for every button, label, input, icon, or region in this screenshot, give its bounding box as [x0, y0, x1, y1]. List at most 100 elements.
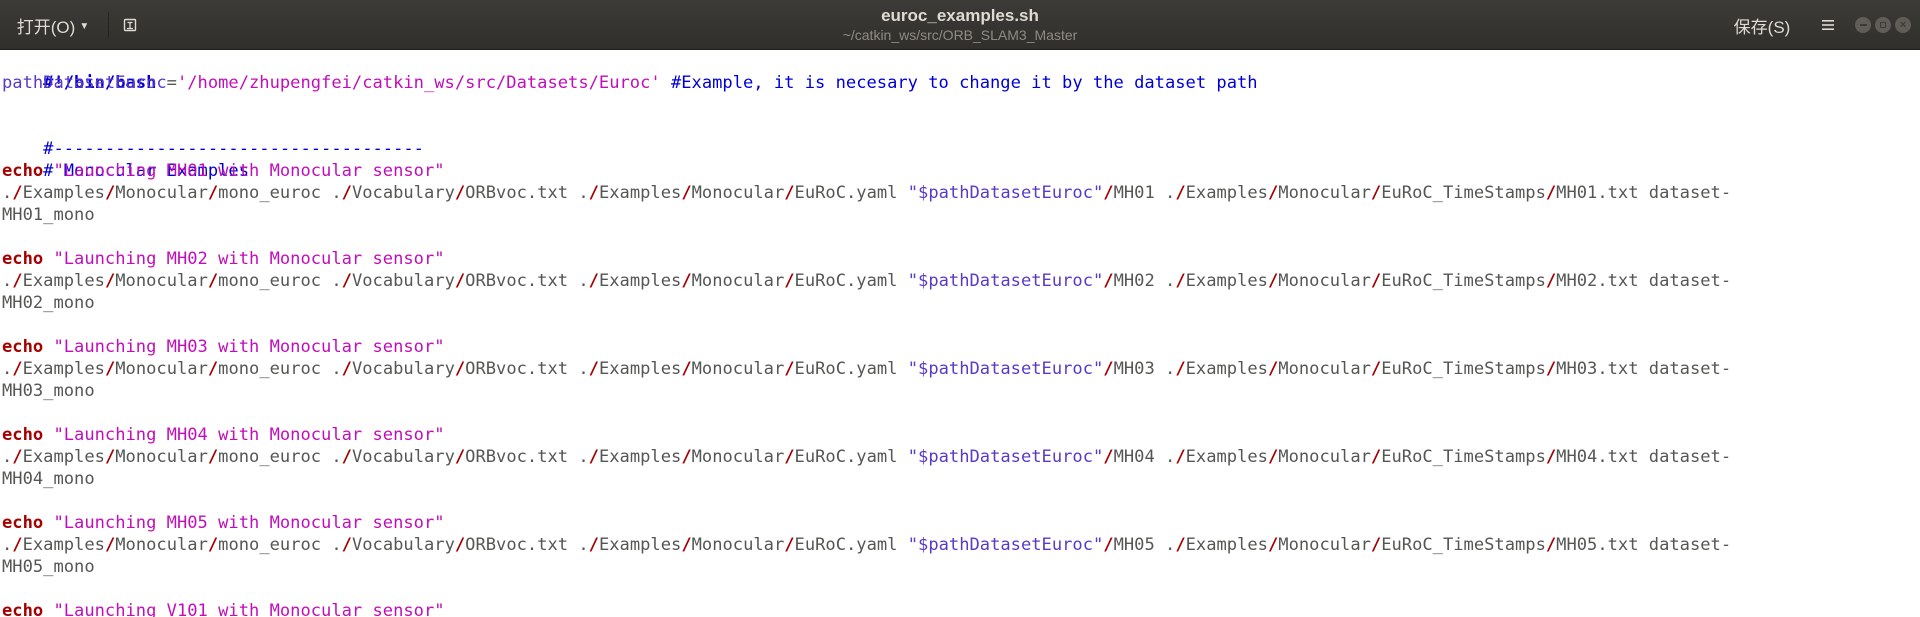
path-separator: / [207, 447, 219, 467]
echo-keyword: echo [2, 337, 44, 357]
path-separator: / [784, 359, 795, 379]
code-line-echo: echo "Launching MH01 with Monocular sens… [2, 160, 445, 182]
path-separator: / [341, 535, 352, 555]
code-line-command-wrap: MH04_mono [2, 469, 95, 489]
new-document-button[interactable] [115, 10, 145, 40]
path-separator: / [12, 271, 23, 291]
path-separator: / [104, 271, 116, 291]
path-string: '/home/zhupengfei/catkin_ws/src/Datasets… [176, 73, 661, 93]
path-separator: / [1370, 447, 1382, 467]
path-separator: / [681, 271, 692, 291]
path-separator: / [1545, 447, 1557, 467]
path-separator: / [104, 183, 116, 203]
path-separator: / [1545, 535, 1557, 555]
path-separator: / [341, 447, 352, 467]
path-separator: / [1545, 183, 1557, 203]
path-separator: / [1267, 271, 1279, 291]
path-separator: / [1267, 183, 1279, 203]
path-separator: / [1103, 447, 1114, 467]
code-line-command: ./Examples/Monocular/mono_euroc ./Vocabu… [2, 183, 1732, 203]
dataset-variable: "$pathDatasetEuroc" [907, 447, 1104, 467]
path-separator: / [1175, 535, 1186, 555]
echo-keyword: echo [2, 513, 44, 533]
path-separator: / [1103, 359, 1114, 379]
echo-keyword: echo [2, 601, 44, 617]
text-editor[interactable]: #!/bin/bash pathDatasetEuroc='/home/zhup… [0, 50, 1920, 617]
code-line-echo: echo "Launching MH03 with Monocular sens… [2, 336, 445, 358]
save-button[interactable]: 保存(S) [1722, 8, 1802, 42]
hamburger-menu-button[interactable] [1811, 8, 1845, 42]
path-separator: / [681, 535, 692, 555]
path-separator: / [784, 271, 795, 291]
path-separator: / [1370, 183, 1382, 203]
path-separator: / [784, 535, 795, 555]
path-separator: / [588, 183, 599, 203]
echo-keyword: echo [2, 425, 44, 445]
variable-name: pathDatasetEuroc [2, 73, 167, 93]
path-separator: / [1103, 183, 1114, 203]
window-title: euroc_examples.sh [881, 6, 1039, 25]
dataset-variable: "$pathDatasetEuroc" [907, 359, 1104, 379]
path-separator: / [784, 183, 795, 203]
code-line-command-wrap: MH02_mono [2, 293, 95, 313]
open-button-label: 打开(O) [16, 17, 76, 37]
code-line-command: ./Examples/Monocular/mono_euroc ./Vocabu… [2, 535, 1732, 555]
path-separator: / [681, 359, 692, 379]
code-line-section: # Monocular Examples [2, 138, 249, 181]
open-button[interactable]: 打开(O) ▼ [6, 8, 100, 42]
path-separator: / [588, 447, 599, 467]
echo-string: "Launching MH05 with Monocular sensor" [53, 513, 445, 533]
path-separator: / [588, 271, 599, 291]
minimize-button[interactable] [1855, 17, 1871, 33]
code-line-shebang: #!/bin/bash [2, 50, 156, 93]
header-bar: 打开(O) ▼ euroc_examples.sh ~/catkin_ws/sr… [0, 0, 1920, 50]
code-line-echo: echo "Launching MH04 with Monocular sens… [2, 424, 445, 446]
dataset-variable: "$pathDatasetEuroc" [907, 271, 1104, 291]
maximize-icon [1880, 22, 1886, 28]
code-line-divider: #------------------------------------ [2, 116, 424, 159]
assignment-comment: #Example, it is necesary to change it by… [670, 73, 1258, 93]
code-line-command: ./Examples/Monocular/mono_euroc ./Vocabu… [2, 359, 1732, 379]
echo-string: "Launching MH01 with Monocular sensor" [53, 161, 445, 181]
close-button[interactable]: × [1895, 17, 1911, 33]
path-separator: / [588, 359, 599, 379]
path-separator: / [1267, 447, 1279, 467]
code-line-assignment: pathDatasetEuroc='/home/zhupengfei/catki… [2, 73, 1258, 93]
echo-string: "Launching V101 with Monocular sensor" [53, 601, 445, 617]
code-line-echo: echo "Launching MH05 with Monocular sens… [2, 512, 445, 534]
path-separator: / [1175, 359, 1186, 379]
path-separator: / [1175, 447, 1186, 467]
echo-keyword: echo [2, 161, 44, 181]
close-icon: × [1899, 18, 1907, 31]
maximize-button[interactable] [1875, 17, 1891, 33]
path-separator: / [341, 271, 352, 291]
path-separator: / [12, 183, 23, 203]
path-separator: / [207, 183, 219, 203]
path-separator: / [104, 447, 116, 467]
path-separator: / [1370, 535, 1382, 555]
echo-string: "Launching MH03 with Monocular sensor" [53, 337, 445, 357]
window-subtitle: ~/catkin_ws/src/ORB_SLAM3_Master [842, 27, 1078, 43]
path-separator: / [207, 359, 219, 379]
code-line-echo: echo "Launching MH02 with Monocular sens… [2, 248, 445, 270]
code-line-command-wrap: MH01_mono [2, 205, 95, 225]
path-separator: / [454, 447, 466, 467]
minimize-icon [1859, 24, 1867, 26]
path-separator: / [454, 359, 466, 379]
header-separator [108, 12, 109, 38]
echo-string: "Launching MH04 with Monocular sensor" [53, 425, 445, 445]
path-separator: / [1175, 271, 1186, 291]
path-separator: / [454, 183, 466, 203]
path-separator: / [104, 359, 116, 379]
code-line-command: ./Examples/Monocular/mono_euroc ./Vocabu… [2, 271, 1732, 291]
path-separator: / [1267, 359, 1279, 379]
path-separator: / [12, 359, 23, 379]
dataset-variable: "$pathDatasetEuroc" [907, 535, 1104, 555]
dataset-variable: "$pathDatasetEuroc" [907, 183, 1104, 203]
path-separator: / [1175, 183, 1186, 203]
echo-keyword: echo [2, 249, 44, 269]
path-separator: / [12, 447, 23, 467]
path-separator: / [1545, 359, 1557, 379]
path-separator: / [207, 271, 219, 291]
path-separator: / [341, 359, 352, 379]
